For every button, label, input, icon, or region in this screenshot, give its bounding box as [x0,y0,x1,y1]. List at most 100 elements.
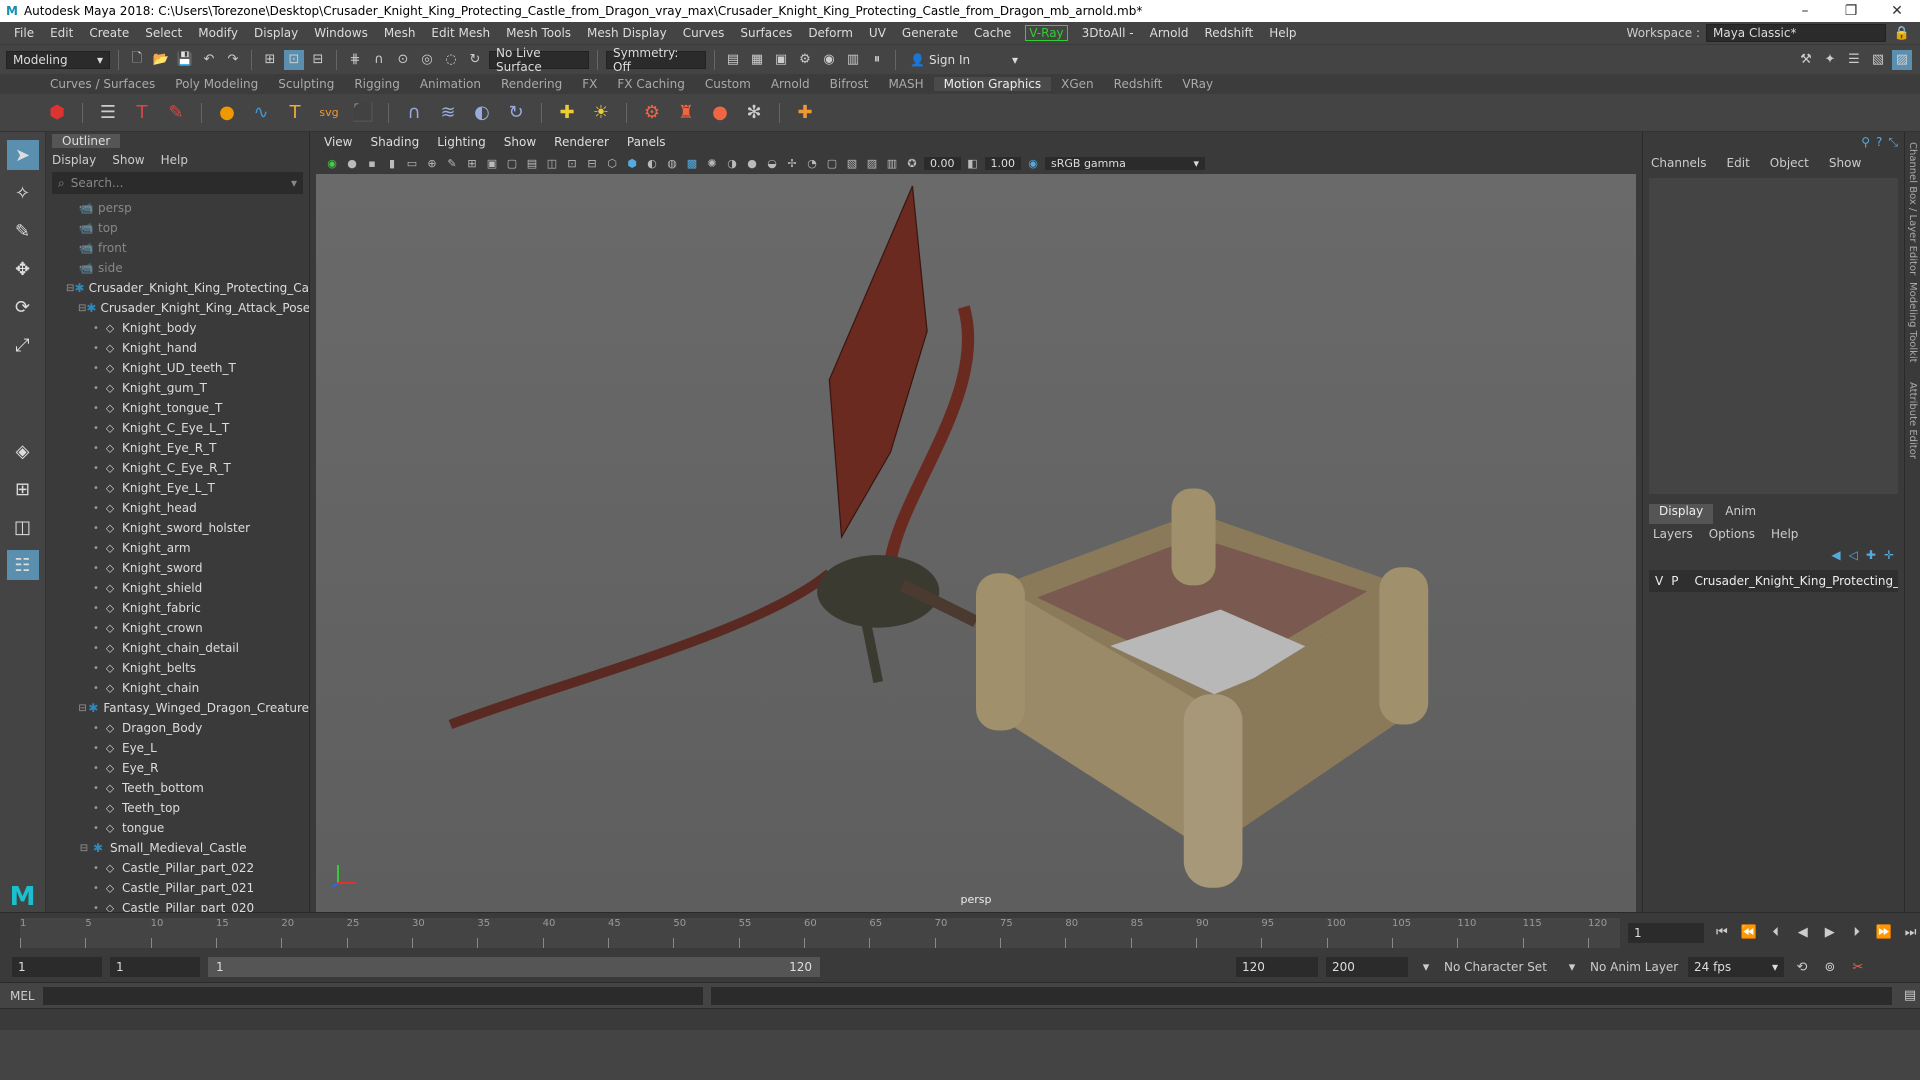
chevron-down-icon[interactable]: ▾ [1416,957,1436,977]
layer-tab-display[interactable]: Display [1649,504,1714,524]
shelf-tab-rendering[interactable]: Rendering [491,77,572,91]
add-icon[interactable]: ✚ [792,100,818,126]
channel-menu-channels[interactable]: Channels [1651,156,1707,170]
expand-toggle[interactable]: ⊟ [78,703,87,714]
outliner-menu-display[interactable]: Display [52,153,96,167]
menu-edit[interactable]: Edit [42,26,81,40]
outliner-node[interactable]: • ⬦ Knight_crown [46,618,309,638]
outliner-node[interactable]: ⊟ ✱ Small_Medieval_Castle [46,838,309,858]
channel-collapse-icon[interactable]: ⤡ [1888,135,1898,150]
outliner-node[interactable]: • ⬦ Knight_chain_detail [46,638,309,658]
menu-curves[interactable]: Curves [675,26,733,40]
wave-icon[interactable]: ≋ [435,100,461,126]
scale-tool-icon[interactable]: ⤢ [7,330,39,360]
shelf-tab-xgen[interactable]: XGen [1051,77,1104,91]
camera-select-icon[interactable]: ◉ [324,155,340,171]
shelf-tab-fx-caching[interactable]: FX Caching [607,77,694,91]
outliner-menu-help[interactable]: Help [161,153,188,167]
playback-end-field[interactable]: 120 [1236,957,1318,977]
shelf-tab-sculpting[interactable]: Sculpting [268,77,344,91]
menu-generate[interactable]: Generate [894,26,966,40]
side-tab-channel-box[interactable]: Channel Box / Layer Editor [1907,142,1918,275]
arnold-render-icon[interactable]: ▥ [843,50,863,70]
snap-point-icon[interactable]: ⊙ [393,50,413,70]
playback-start-field[interactable]: 1 [110,957,200,977]
outliner-node[interactable]: • ⬦ Knight_sword [46,558,309,578]
locator-icon[interactable]: ✚ [554,100,580,126]
outliner-node[interactable]: • ⬦ Dragon_Body [46,718,309,738]
pin-icon[interactable]: ✎ [163,100,189,126]
character-controls-icon[interactable]: ✦ [1820,50,1840,70]
symmetry-dropdown[interactable]: Symmetry: Off [606,46,706,74]
gamma-icon[interactable]: ◧ [965,155,981,171]
select-component-icon[interactable]: ⊟ [308,50,328,70]
outliner-node[interactable]: ⊟ ✱ Crusader_Knight_King_Attack_Pose [46,298,309,318]
expand-toggle[interactable]: ⊟ [78,843,90,854]
sign-in-button[interactable]: 👤 Sign In ▾ [904,50,1024,69]
current-frame-field[interactable]: 1 [1628,922,1705,943]
shelf-tab-bifrost[interactable]: Bifrost [820,77,879,91]
command-language-label[interactable]: MEL [10,989,35,1003]
outliner-node[interactable]: ⊟ ✱ Fantasy_Winged_Dragon_Creature [46,698,309,718]
shelf-tab-poly-modeling[interactable]: Poly Modeling [165,77,268,91]
shelf-tab-animation[interactable]: Animation [410,77,491,91]
layer-visibility-toggle[interactable]: V [1655,574,1663,588]
outliner-node[interactable]: 📹 front [46,238,309,258]
shelf-tab-custom[interactable]: Custom [695,77,761,91]
resolution-gate-icon[interactable]: ▢ [504,155,520,171]
viewport-3d[interactable]: persp [316,174,1636,912]
color-management-icon[interactable]: ◉ [1025,155,1041,171]
viewport-menu-panels[interactable]: Panels [627,135,666,149]
snap-view-icon[interactable]: ◎ [417,50,437,70]
move-layer-up-icon[interactable]: ◀ [1831,548,1840,562]
screen-space-ao-icon[interactable]: ● [744,155,760,171]
menu-3dtoall[interactable]: 3DtoAll - [1074,26,1142,40]
outliner-node[interactable]: • ⬦ Knight_head [46,498,309,518]
end-time-field[interactable]: 200 [1326,957,1408,977]
outliner-node[interactable]: • ⬦ Knight_belts [46,658,309,678]
anim-layer-menu[interactable]: No Anim Layer [1590,960,1680,974]
snowflake-icon[interactable]: ✻ [741,100,767,126]
outliner-node[interactable]: • ⬦ Eye_L [46,738,309,758]
menu-vray[interactable]: V-Ray [1025,25,1068,41]
viewport-menu-renderer[interactable]: Renderer [554,135,609,149]
menu-redshift[interactable]: Redshift [1196,26,1261,40]
menu-mesh-tools[interactable]: Mesh Tools [498,26,579,40]
outliner-node[interactable]: • ⬦ Knight_hand [46,338,309,358]
step-forward-key-icon[interactable]: ⏩ [1874,923,1893,943]
redo-icon[interactable]: ↷ [223,50,243,70]
xray-components-icon[interactable]: ▥ [884,155,900,171]
menu-mesh[interactable]: Mesh [376,26,424,40]
image-plane-icon[interactable]: ▭ [404,155,420,171]
shirt-icon[interactable]: ♜ [673,100,699,126]
field-chart-icon[interactable]: ◫ [544,155,560,171]
bulb-icon[interactable]: ● [707,100,733,126]
outliner-layout-icon[interactable]: ☷ [6,550,39,580]
select-tool-icon[interactable]: ➤ [6,140,39,170]
grease-pencil-icon[interactable]: ✎ [444,155,460,171]
script-editor-icon[interactable]: ▤ [1900,986,1920,1006]
ipr-render-icon[interactable]: ▣ [771,50,791,70]
menu-mesh-display[interactable]: Mesh Display [579,26,675,40]
shelf-tab-arnold[interactable]: Arnold [761,77,820,91]
loop-icon[interactable]: ⟲ [1792,957,1812,977]
character-set-menu[interactable]: No Character Set [1444,960,1554,974]
menu-uv[interactable]: UV [861,26,894,40]
layer-menu-help[interactable]: Help [1771,527,1798,541]
close-button[interactable]: ✕ [1874,3,1920,19]
menu-modify[interactable]: Modify [190,26,246,40]
step-forward-frame-icon[interactable]: ⏵ [1847,923,1866,943]
side-tab-modeling-toolkit[interactable]: Modeling Toolkit [1907,282,1918,363]
auto-key-icon[interactable]: ⊚ [1820,957,1840,977]
outliner-node[interactable]: • ⬦ Knight_Eye_L_T [46,478,309,498]
two-view-icon[interactable]: ◫ [7,512,39,542]
gate-mask-icon[interactable]: ▤ [524,155,540,171]
new-scene-icon[interactable]: 🗋 [127,50,147,70]
menu-edit-mesh[interactable]: Edit Mesh [423,26,498,40]
camera-lock-icon[interactable]: ● [344,155,360,171]
tool-settings-icon[interactable]: ▧ [1868,50,1888,70]
restore-button[interactable]: ❐ [1828,3,1874,19]
xray-joints-icon[interactable]: ▨ [864,155,880,171]
side-tab-attribute-editor[interactable]: Attribute Editor [1907,382,1918,459]
type-tool-icon[interactable]: T [129,100,155,126]
